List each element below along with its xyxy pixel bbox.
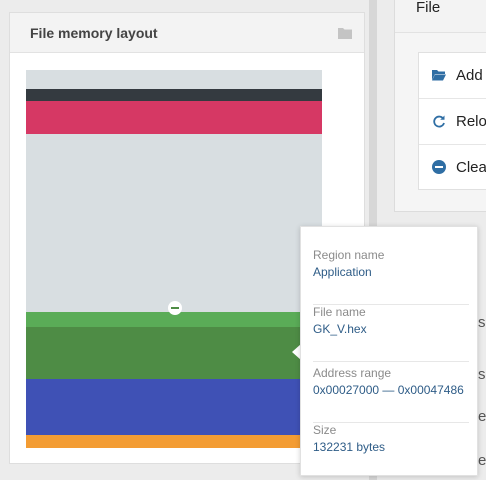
clear-button[interactable]: Clea — [419, 145, 486, 191]
size-value: 132231 bytes — [313, 440, 386, 454]
file-name-label: File name — [313, 305, 366, 319]
folder-icon[interactable] — [338, 27, 352, 39]
free-space-top — [26, 70, 322, 89]
clear-button-label: Clea — [456, 159, 486, 176]
reload-button-label: Relo — [456, 113, 486, 130]
tooltip-row-size: Size 132231 bytes — [313, 423, 469, 480]
panel-title: File memory layout — [30, 25, 158, 41]
tooltip-row-region-name: Region name Application — [313, 248, 469, 305]
file-panel-header: File — [395, 0, 486, 33]
minus-circle-icon — [432, 160, 446, 174]
region-tooltip: Region name Application File name GK_V.h… — [300, 226, 478, 476]
panel-header: File memory layout — [10, 13, 364, 53]
address-range-value: 0x00027000 — 0x00047486 — [313, 383, 464, 397]
dark-region[interactable] — [26, 89, 322, 101]
cutoff-text: s — [478, 366, 486, 383]
reload-icon — [433, 115, 445, 128]
reload-button[interactable]: Relo — [419, 99, 486, 145]
memory-map — [26, 70, 322, 448]
address-range-label: Address range — [313, 366, 392, 380]
minus-circle-icon[interactable] — [168, 301, 182, 315]
cutoff-text: e — [478, 452, 486, 469]
free-space-middle — [26, 134, 322, 312]
file-panel: File Add Relo Clea — [394, 0, 486, 212]
application-region[interactable] — [26, 327, 322, 379]
blue-region[interactable] — [26, 379, 322, 435]
cutoff-text: e — [478, 408, 486, 425]
region-name-value: Application — [313, 265, 372, 279]
add-file-button[interactable]: Add — [419, 53, 486, 99]
file-panel-title: File — [416, 0, 441, 16]
tooltip-row-file-name: File name GK_V.hex — [313, 305, 469, 362]
file-name-value: GK_V.hex — [313, 322, 367, 336]
file-actions: Add Relo Clea — [418, 52, 486, 190]
region-name-label: Region name — [313, 248, 385, 262]
pink-region[interactable] — [26, 101, 322, 134]
folder-open-icon — [432, 70, 446, 81]
tooltip-row-address-range: Address range 0x00027000 — 0x00047486 — [313, 366, 469, 423]
orange-region[interactable] — [26, 435, 322, 448]
size-label: Size — [313, 423, 337, 437]
add-button-label: Add — [456, 67, 483, 84]
cutoff-text: s — [478, 314, 486, 331]
